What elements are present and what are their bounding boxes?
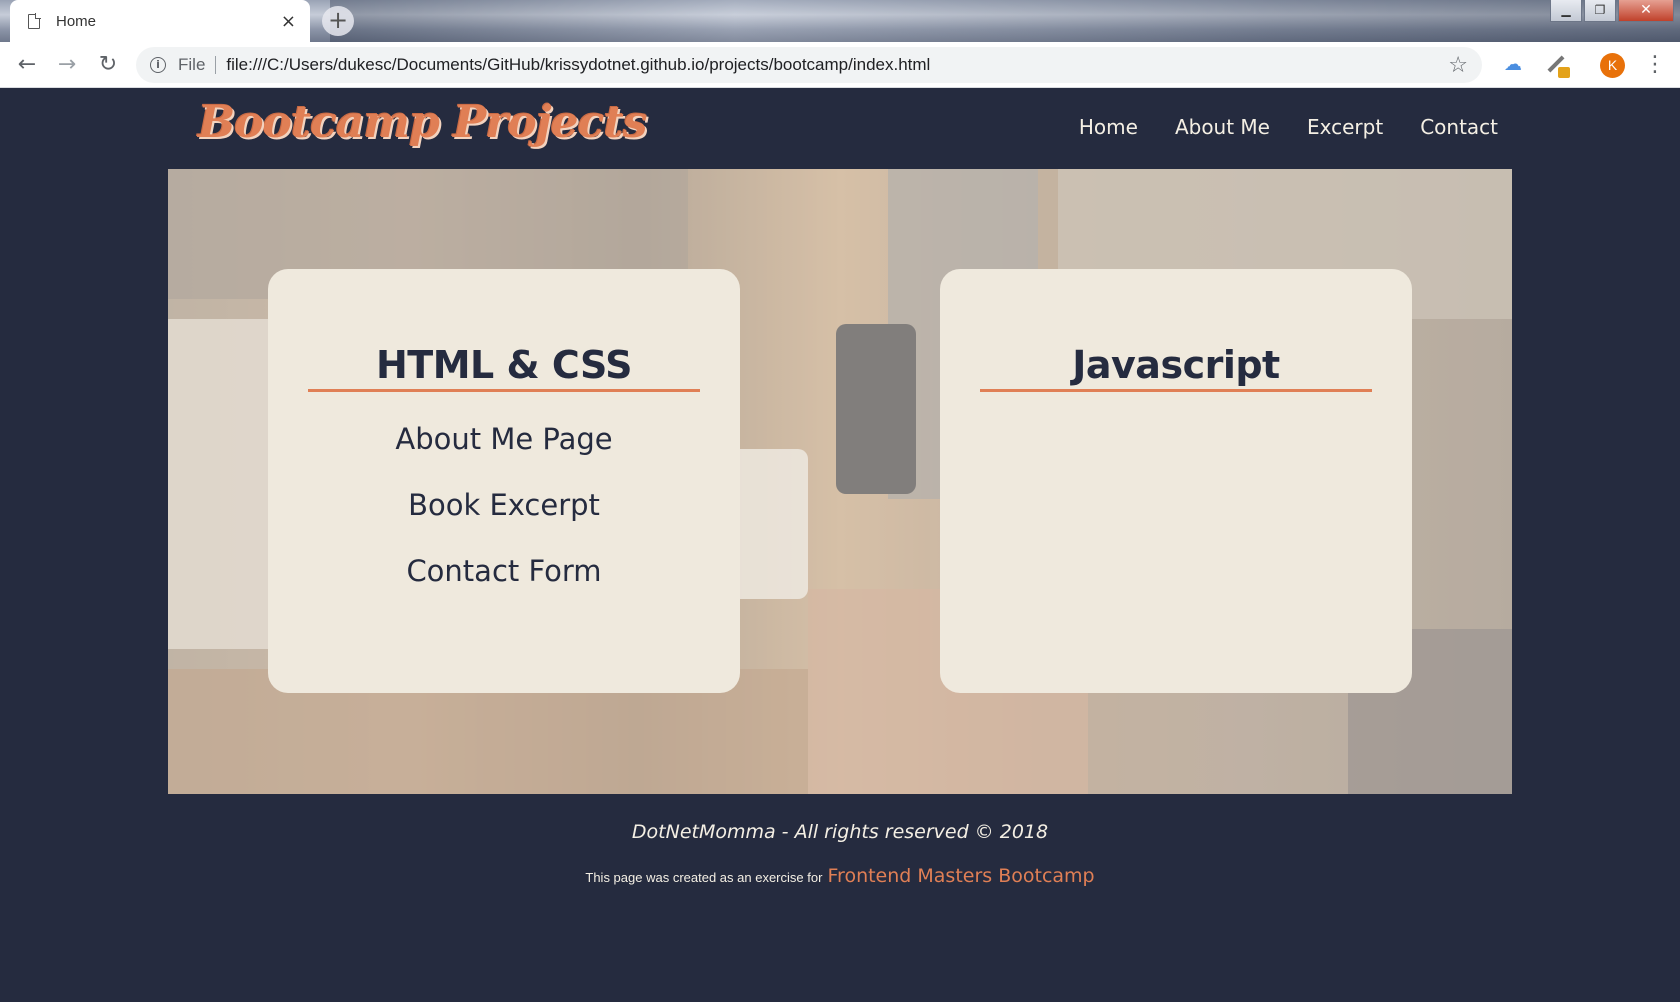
profile-avatar[interactable]: K [1600,53,1625,78]
restore-button[interactable]: ❐ [1584,0,1616,22]
close-tab-icon[interactable]: × [281,11,296,32]
book-excerpt-link[interactable]: Book Excerpt [268,484,740,550]
javascript-heading: Javascript [980,343,1372,392]
back-arrow-icon[interactable]: ← [14,52,40,78]
footer-credit: This page was created as an exercise for… [0,865,1680,887]
frontend-masters-link[interactable]: Frontend Masters Bootcamp [828,865,1095,887]
new-tab-button[interactable]: + [322,6,354,36]
window-controls: ▁ ❐ ✕ [1548,0,1674,22]
nav-about-me[interactable]: About Me [1175,115,1270,139]
nav-excerpt[interactable]: Excerpt [1307,115,1383,139]
info-icon[interactable]: i [150,57,166,73]
html-css-card: HTML & CSS About Me Page Book Excerpt Co… [268,269,740,693]
javascript-card: Javascript [940,269,1412,693]
nav-contact[interactable]: Contact [1420,115,1498,139]
reload-icon[interactable]: ↻ [95,52,121,78]
file-scheme-label: File [178,56,217,74]
site-nav: Home About Me Excerpt Contact [1079,115,1498,139]
url-text[interactable]: file:///C:/Users/dukesc/Documents/GitHub… [226,55,1448,75]
tab-title: Home [56,12,97,30]
footer-rights: DotNetMomma - All rights reserved © 2018 [631,821,1049,843]
wand-extension-icon[interactable] [1544,52,1570,78]
page-icon [28,13,41,29]
browser-toolbar: ← → ↻ i File file:///C:/Users/dukesc/Doc… [0,42,1680,88]
address-bar[interactable]: i File file:///C:/Users/dukesc/Documents… [136,47,1482,83]
cloud-extension-icon[interactable]: ☁ [1502,54,1524,76]
bookmark-star-icon[interactable]: ☆ [1448,53,1468,78]
html-css-link-list: About Me Page Book Excerpt Contact Form [268,418,740,616]
contact-form-link[interactable]: Contact Form [268,550,740,616]
html-css-heading: HTML & CSS [308,343,700,392]
minimize-button[interactable]: ▁ [1550,0,1582,22]
more-menu-icon[interactable]: ⋮ [1644,52,1666,78]
site-logo[interactable]: Bootcamp Projects [198,97,648,148]
forward-arrow-icon[interactable]: → [54,52,80,78]
browser-tab[interactable]: Home × [10,0,310,42]
page-body: Bootcamp Projects Home About Me Excerpt … [0,89,1680,1002]
hero-image: HTML & CSS About Me Page Book Excerpt Co… [168,169,1512,794]
close-window-button[interactable]: ✕ [1618,0,1674,22]
nav-home[interactable]: Home [1079,115,1138,139]
credit-text: This page was created as an exercise for [585,870,823,885]
about-me-page-link[interactable]: About Me Page [268,418,740,484]
